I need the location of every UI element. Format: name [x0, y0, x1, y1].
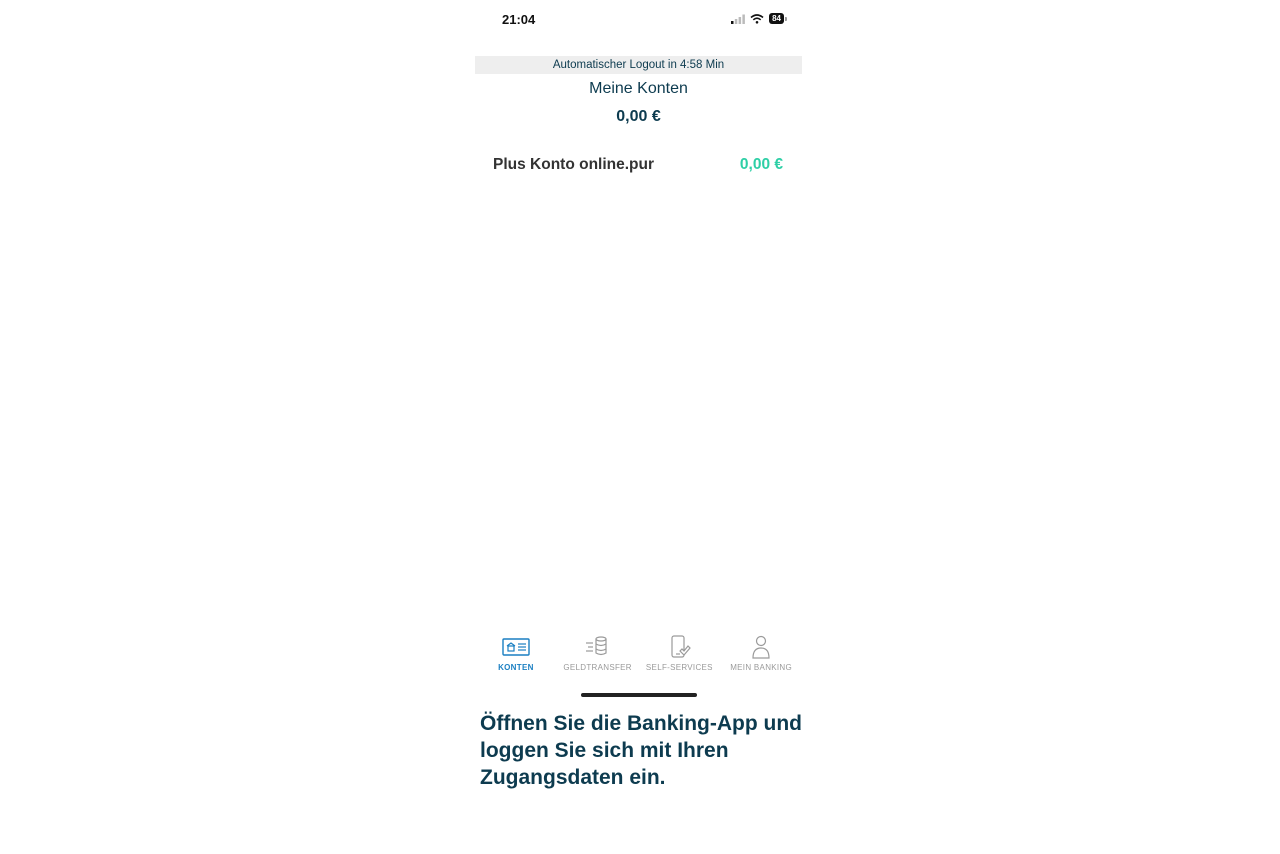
- tab-geldtransfer[interactable]: GELDTRANSFER: [557, 634, 639, 678]
- tab-label: GELDTRANSFER: [563, 663, 632, 672]
- tab-label: MEIN BANKING: [730, 663, 793, 672]
- tab-self-services[interactable]: SELF-SERVICES: [639, 634, 721, 678]
- person-icon: [752, 635, 770, 659]
- phone-screen: 21:04 84 Automatischer Logout in 4:58 Mi…: [475, 0, 802, 700]
- tab-konten[interactable]: KONTEN: [475, 634, 557, 678]
- battery-icon: 84: [769, 13, 787, 24]
- account-row[interactable]: Plus Konto online.pur 0,00 €: [493, 153, 783, 177]
- coins-transfer-icon: [585, 636, 607, 656]
- bottom-tab-bar: KONTEN GELDTRANSFER SELF-SERVICES MEIN B…: [475, 634, 802, 678]
- account-name: Plus Konto online.pur: [493, 156, 655, 173]
- tab-mein-banking[interactable]: MEIN BANKING: [720, 634, 802, 678]
- account-balance: 0,00 €: [739, 156, 783, 173]
- account-card-icon: [502, 638, 530, 656]
- wifi-icon: [750, 13, 764, 24]
- phone-service-icon: [671, 635, 692, 658]
- status-time: 21:04: [502, 12, 536, 27]
- logout-timer-banner: Automatischer Logout in 4:58 Min: [475, 56, 802, 74]
- signal-icon: [731, 14, 745, 24]
- page-title: Meine Konten: [589, 80, 688, 97]
- tab-label: KONTEN: [498, 663, 534, 672]
- home-indicator[interactable]: [581, 693, 697, 697]
- battery-level: 84: [769, 13, 784, 24]
- instruction-caption: Öffnen Sie die Banking-App und loggen Si…: [480, 712, 802, 789]
- tab-label: SELF-SERVICES: [645, 663, 713, 672]
- total-balance: 0,00 €: [616, 108, 661, 125]
- status-icons: 84: [731, 13, 787, 24]
